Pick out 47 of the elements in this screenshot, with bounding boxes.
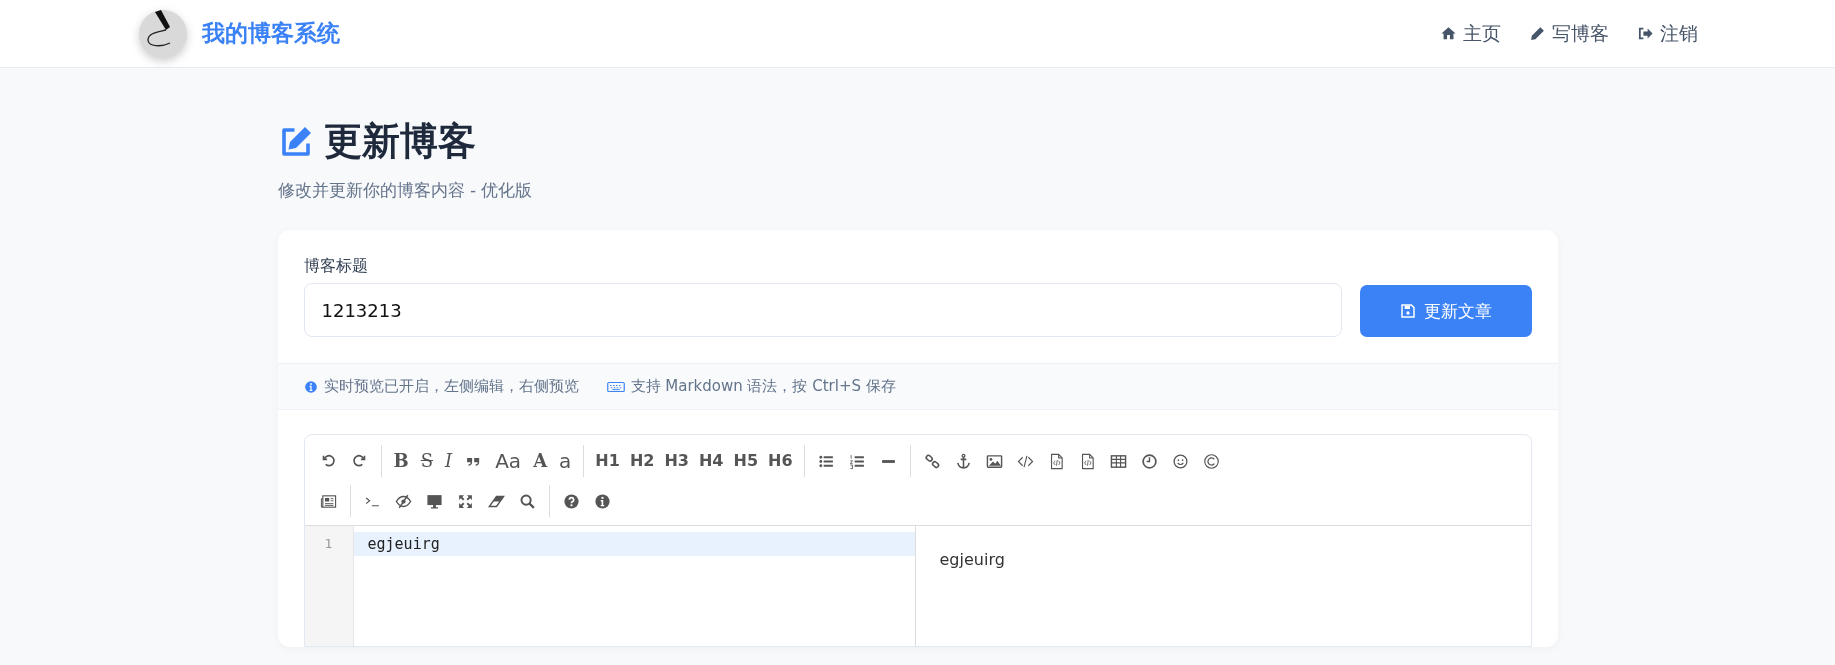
pencil-icon (1528, 25, 1546, 42)
toolbar-button[interactable]: H6 (768, 453, 793, 469)
line-number: 1 (323, 535, 334, 553)
toolbar-button[interactable]: H4 (698, 453, 724, 469)
page-subtitle: 修改并更新你的博客内容 - 优化版 (277, 179, 534, 202)
nav-link[interactable]: 注销 (1636, 20, 1698, 47)
toolbar-button[interactable]: a (559, 451, 572, 471)
info-icon (303, 379, 318, 394)
table-icon[interactable] (1109, 452, 1127, 470)
tip-text: 支持 Markdown 语法，按 Ctrl+S 保存 (630, 377, 896, 396)
tip-text: 实时预览已开启，左侧编辑，右侧预览 (323, 377, 579, 396)
field-label: 博客标题 (303, 256, 369, 277)
monitor-icon[interactable] (425, 492, 443, 510)
numbered-list-icon[interactable] (848, 452, 866, 470)
copyright-icon[interactable] (1202, 452, 1220, 470)
info-icon[interactable] (593, 492, 611, 510)
toolbar-button[interactable]: I (445, 452, 453, 470)
clock-icon[interactable] (1140, 452, 1158, 470)
link-icon[interactable] (923, 452, 941, 470)
toolbar-button[interactable]: H2 (629, 453, 655, 469)
sign-out-icon (1636, 25, 1654, 42)
brand-name[interactable]: 我的博客系统 (201, 18, 340, 49)
expand-icon[interactable] (456, 492, 474, 510)
keyboard-icon (606, 380, 625, 393)
toolbar-button[interactable]: S (420, 452, 434, 470)
toolbar-button[interactable]: Aa (495, 451, 522, 471)
update-button[interactable]: 更新文章 (1359, 285, 1532, 337)
page-title: 更新博客 (323, 118, 476, 165)
preview-text: egjeuirg (939, 550, 1006, 569)
toolbar-button[interactable]: B (393, 452, 409, 470)
newspaper-icon[interactable] (319, 492, 337, 510)
search-icon[interactable] (518, 492, 536, 510)
pen-logo-icon (137, 8, 188, 59)
toolbar-button[interactable]: H1 (595, 453, 620, 469)
help-icon[interactable] (562, 492, 580, 510)
toolbar-button[interactable]: H5 (733, 453, 758, 469)
toolbar-button[interactable]: A (533, 452, 548, 470)
nav-link[interactable]: 主页 (1439, 20, 1501, 47)
image-icon[interactable] (985, 452, 1003, 470)
anchor-icon[interactable] (954, 452, 972, 470)
nav-link[interactable]: 写博客 (1528, 20, 1609, 47)
home-icon (1439, 25, 1457, 42)
eye-slash-icon[interactable] (394, 492, 412, 510)
toolbar-button[interactable]: H3 (664, 453, 689, 469)
smiley-icon[interactable] (1171, 452, 1189, 470)
save-icon (1399, 303, 1416, 319)
title-input[interactable]: 1213213 (303, 283, 1342, 337)
